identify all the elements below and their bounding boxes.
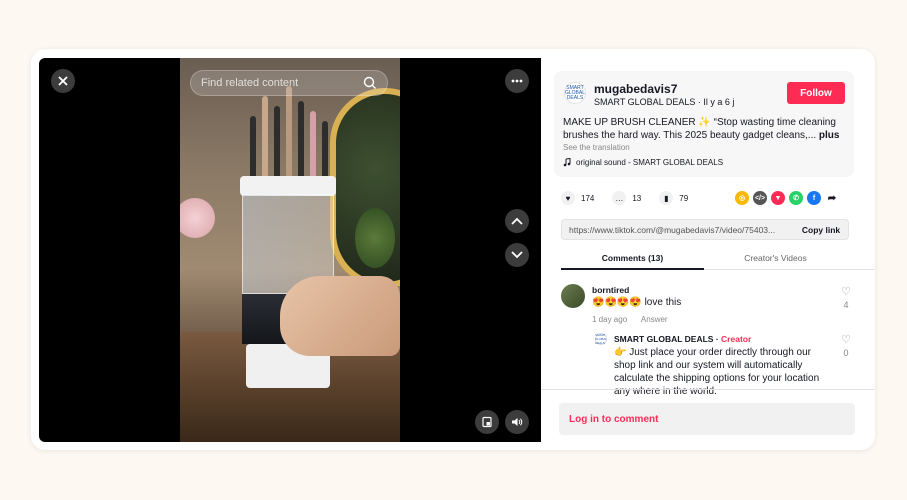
save-button[interactable]: ▮	[659, 191, 674, 205]
comment-text: 😍😍😍😍 love this	[592, 297, 682, 308]
comment-button[interactable]: …	[612, 191, 627, 205]
volume-icon	[512, 418, 523, 426]
search-icon[interactable]	[363, 76, 377, 90]
tab-comments[interactable]: Comments (13)	[561, 253, 704, 270]
music-note-icon	[563, 158, 571, 167]
copy-link-button[interactable]: Copy link	[794, 225, 848, 235]
action-bar: ♥ 174 … 13 ▮ 79	[561, 191, 700, 205]
comment-time: 1 day ago	[592, 315, 628, 324]
repost-icon[interactable]: ▼	[771, 191, 785, 205]
volume-button[interactable]	[505, 410, 529, 434]
pip-icon	[482, 416, 492, 428]
follow-button[interactable]: Follow	[787, 82, 845, 104]
embed-icon[interactable]: ◎	[735, 191, 749, 205]
sound-name: original sound - SMART GLOBAL DEALS	[576, 158, 724, 167]
commenter-avatar[interactable]	[561, 284, 585, 308]
like-button[interactable]: ♥	[561, 191, 575, 205]
more-horizontal-icon	[511, 79, 523, 83]
share-arrow-icon[interactable]: ➦	[825, 191, 839, 205]
like-count: 174	[581, 193, 595, 203]
reply-avatar[interactable]: SMART GLOBAL DEALS	[595, 333, 607, 345]
author-nickname-line: SMART GLOBAL DEALS · Il y a 6 j	[594, 97, 734, 107]
comment-like-count: 4	[843, 300, 849, 310]
hand-scene	[280, 276, 400, 356]
reply-author-line: SMART GLOBAL DEALS · Creator	[614, 334, 751, 344]
heart-outline-icon: ♡	[841, 286, 851, 298]
search-input[interactable]	[201, 77, 363, 89]
bookmark-icon: ▮	[664, 193, 669, 203]
flower-scene	[180, 198, 215, 238]
description-text: MAKE UP BRUSH CLEANER ✨ “Stop wasting ti…	[563, 117, 836, 141]
close-button[interactable]	[51, 69, 75, 93]
side-panel: SMART GLOBAL DEALS mugabedavis7 SMART GL…	[541, 49, 875, 450]
author-username[interactable]: mugabedavis7	[594, 82, 677, 96]
reply-username[interactable]: SMART GLOBAL DEALS	[614, 334, 713, 344]
next-video-button[interactable]	[505, 243, 529, 267]
previous-video-button[interactable]	[505, 209, 529, 233]
post-date: Il y a 6 j	[703, 97, 735, 107]
post-description: MAKE UP BRUSH CLEANER ✨ “Stop wasting ti…	[563, 116, 848, 142]
more-options-button[interactable]	[505, 69, 529, 93]
video-player[interactable]	[39, 58, 541, 442]
comment-icon: …	[615, 193, 624, 203]
plant-scene	[355, 208, 395, 268]
facebook-icon[interactable]: f	[807, 191, 821, 205]
share-icons-row: ◎ </> ▼ ✆ f ➦	[735, 191, 839, 205]
comment-like-button[interactable]: ♡ 4	[841, 285, 851, 310]
close-icon	[58, 76, 68, 86]
save-count: 79	[679, 193, 689, 203]
video-frame[interactable]	[180, 58, 400, 442]
creator-badge: Creator	[721, 334, 752, 344]
search-bar[interactable]	[190, 70, 388, 96]
heart-icon: ♥	[565, 193, 571, 203]
login-to-comment-button[interactable]: Log in to comment	[559, 403, 855, 435]
comment-count: 13	[632, 193, 642, 203]
comment-username[interactable]: borntired	[592, 285, 629, 295]
whatsapp-icon[interactable]: ✆	[789, 191, 803, 205]
post-info-box: SMART GLOBAL DEALS mugabedavis7 SMART GL…	[554, 71, 854, 177]
reply-separator: ·	[713, 334, 722, 344]
chevron-up-icon	[511, 217, 523, 225]
video-link-text[interactable]: https://www.tiktok.com/@mugabedavis7/vid…	[562, 225, 794, 235]
see-translation-link[interactable]: See the translation	[563, 143, 630, 152]
sound-link[interactable]: original sound - SMART GLOBAL DEALS	[563, 158, 723, 167]
comment-reply-button[interactable]: Answer	[641, 315, 668, 324]
reply-like-count: 0	[843, 348, 849, 358]
reply-text: 👉 Just place your order directly through…	[614, 347, 820, 397]
share-link-box: https://www.tiktok.com/@mugabedavis7/vid…	[561, 219, 849, 240]
author-avatar[interactable]: SMART GLOBAL DEALS	[564, 82, 586, 104]
expand-description-link[interactable]: plus	[819, 130, 840, 141]
author-nickname: SMART GLOBAL DEALS	[594, 97, 696, 107]
tab-creator-videos[interactable]: Creator's Videos	[704, 253, 847, 263]
comments-list[interactable]: borntired 😍😍😍😍 love this 1 day ago Answe…	[541, 271, 875, 401]
tab-bar: Comments (13) Creator's Videos	[561, 250, 875, 270]
video-detail-card: SMART GLOBAL DEALS mugabedavis7 SMART GL…	[31, 49, 875, 450]
code-icon[interactable]: </>	[753, 191, 767, 205]
comments-divider	[541, 389, 875, 390]
picture-in-picture-button[interactable]	[475, 410, 499, 434]
heart-outline-icon: ♡	[841, 334, 851, 346]
reply-like-button[interactable]: ♡ 0	[841, 333, 851, 358]
comment-meta: 1 day ago Answer	[592, 315, 680, 324]
chevron-down-icon	[511, 251, 523, 259]
